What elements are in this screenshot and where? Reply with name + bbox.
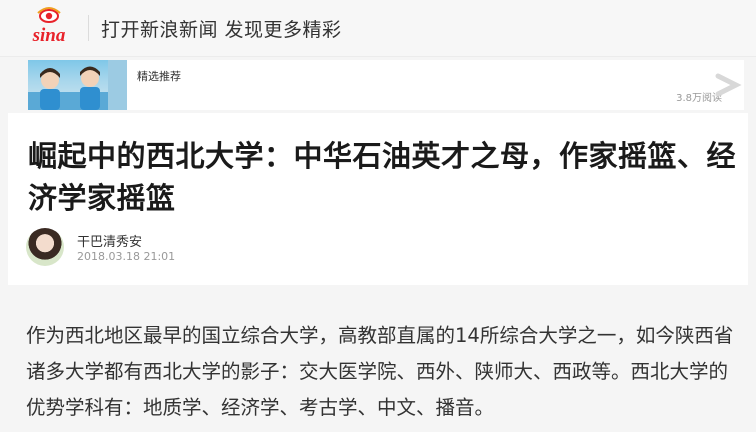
sina-logo[interactable]: sina xyxy=(22,5,76,51)
author-name[interactable]: 干巴清秀安 xyxy=(77,231,142,250)
article-body: 作为西北地区最早的国立综合大学，高教部直属的14所综合大学之一，如今陕西省诸多大… xyxy=(26,324,734,419)
recommend-card[interactable]: 精选推荐 3.8万阅读 xyxy=(28,60,744,110)
article-header: 崛起中的西北大学：中华石油英才之母，作家摇篮、经济学家摇篮 干巴清秀安 2018… xyxy=(8,113,748,285)
author-avatar[interactable] xyxy=(26,228,64,266)
recommend-thumbnail[interactable] xyxy=(28,60,127,110)
logo-text: sina xyxy=(32,25,66,46)
banner-slogan[interactable]: 打开新浪新闻 发现更多精彩 xyxy=(101,15,342,42)
divider xyxy=(88,15,89,41)
article-title: 崛起中的西北大学：中华石油英才之母，作家摇篮、经济学家摇篮 xyxy=(28,139,737,215)
recommend-label: 精选推荐 xyxy=(137,70,181,83)
recommend-arrow-icon xyxy=(714,72,744,98)
publish-date: 2018.03.18 21:01 xyxy=(77,250,176,263)
app-banner[interactable]: sina 打开新浪新闻 发现更多精彩 xyxy=(0,0,756,57)
